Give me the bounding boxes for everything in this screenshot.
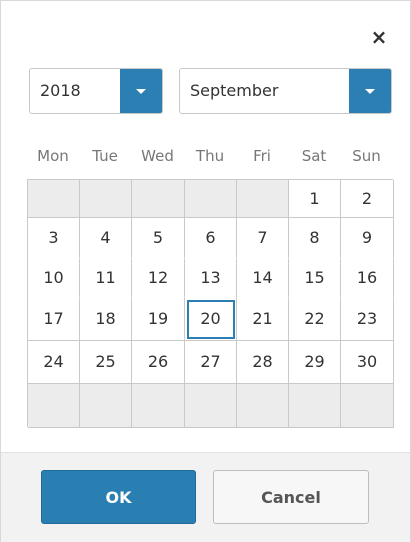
empty-day-cell	[185, 384, 237, 428]
day-cell[interactable]: 28	[237, 341, 289, 384]
weekday-label: Sun	[352, 147, 381, 165]
ok-button[interactable]: OK	[41, 470, 196, 524]
day-cell[interactable]: 27	[185, 341, 237, 384]
month-value: September	[190, 81, 279, 100]
empty-day-cell	[132, 180, 185, 218]
weekday-header: Mon Tue Wed Thu Fri Sat Sun	[27, 141, 393, 171]
day-cell[interactable]: 25	[80, 341, 132, 384]
chevron-down-icon[interactable]	[349, 69, 391, 113]
day-cell[interactable]: 9	[341, 218, 394, 259]
weekday-label: Tue	[92, 147, 118, 165]
day-cell[interactable]: 13	[185, 259, 237, 298]
day-cell[interactable]: 19	[132, 298, 185, 341]
day-cell[interactable]: 6	[185, 218, 237, 259]
day-cell[interactable]: 10	[28, 259, 80, 298]
day-cell[interactable]: 8	[289, 218, 341, 259]
month-select[interactable]: September	[179, 68, 392, 114]
year-value: 2018	[40, 81, 81, 100]
day-cell[interactable]: 2	[341, 180, 394, 218]
day-cell[interactable]: 3	[28, 218, 80, 259]
day-cell[interactable]: 7	[237, 218, 289, 259]
weekday-label: Mon	[37, 147, 69, 165]
day-cell[interactable]: 12	[132, 259, 185, 298]
day-cell[interactable]: 30	[341, 341, 394, 384]
empty-day-cell	[28, 384, 80, 428]
day-cell[interactable]: 16	[341, 259, 394, 298]
cancel-button[interactable]: Cancel	[213, 470, 369, 524]
empty-day-cell	[80, 180, 132, 218]
day-cell[interactable]: 14	[237, 259, 289, 298]
empty-day-cell	[289, 384, 341, 428]
dialog-footer: OK Cancel	[1, 452, 410, 542]
empty-day-cell	[80, 384, 132, 428]
weekday-label: Sat	[301, 147, 327, 165]
calendar-grid: 1 2 3 4 5 6 7 8 9 10 11 12 13 14 15 16 17 18 19 20 21 22 23 24 2…	[27, 179, 394, 428]
empty-day-cell	[185, 180, 237, 218]
day-cell[interactable]: 11	[80, 259, 132, 298]
empty-day-cell	[237, 384, 289, 428]
day-cell[interactable]: 4	[80, 218, 132, 259]
empty-day-cell	[132, 384, 185, 428]
day-cell[interactable]: 24	[28, 341, 80, 384]
close-icon[interactable]: ×	[367, 25, 391, 49]
day-cell[interactable]: 29	[289, 341, 341, 384]
day-cell[interactable]: 23	[341, 298, 394, 341]
day-cell[interactable]: 22	[289, 298, 341, 341]
day-cell[interactable]: 26	[132, 341, 185, 384]
year-select[interactable]: 2018	[29, 68, 163, 114]
weekday-label: Wed	[141, 147, 174, 165]
day-cell[interactable]: 1	[289, 180, 341, 218]
empty-day-cell	[28, 180, 80, 218]
day-cell[interactable]: 17	[28, 298, 80, 341]
chevron-down-icon[interactable]	[120, 69, 162, 113]
weekday-label: Thu	[195, 147, 225, 165]
day-cell[interactable]: 20	[185, 298, 237, 341]
date-picker-dialog: × 2018 September Mon Tue Wed Thu Fri Sat Sun 1…	[0, 0, 411, 542]
empty-day-cell	[341, 384, 394, 428]
day-cell[interactable]: 18	[80, 298, 132, 341]
empty-day-cell	[237, 180, 289, 218]
day-cell[interactable]: 5	[132, 218, 185, 259]
weekday-label: Fri	[253, 147, 271, 165]
day-cell[interactable]: 15	[289, 259, 341, 298]
day-cell[interactable]: 21	[237, 298, 289, 341]
